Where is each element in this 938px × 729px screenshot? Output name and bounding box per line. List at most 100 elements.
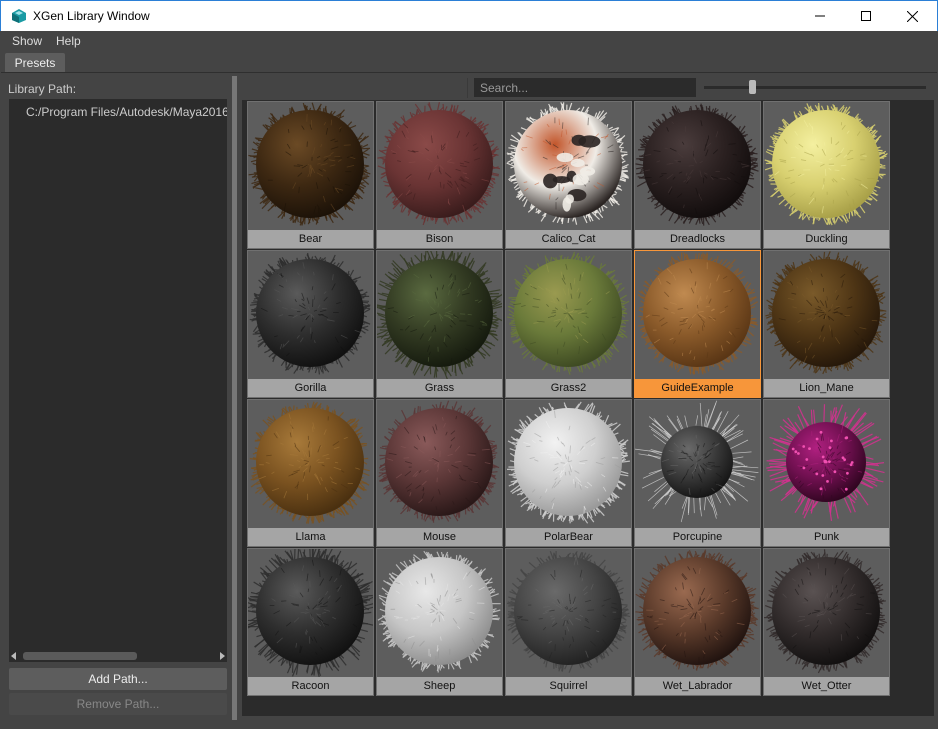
preset-thumbnail xyxy=(377,549,502,677)
tab-presets[interactable]: Presets xyxy=(5,53,65,73)
toolbar-divider xyxy=(467,78,468,98)
menu-show[interactable]: Show xyxy=(12,34,42,48)
preset-label: Punk xyxy=(764,528,889,546)
scrollbar-thumb[interactable] xyxy=(23,652,137,660)
preset-tile-wet-labrador[interactable]: Wet_Labrador xyxy=(634,548,761,696)
fur-sphere-icon xyxy=(248,102,371,226)
preset-thumbnail xyxy=(248,549,373,677)
preset-tile-punk[interactable]: Punk xyxy=(763,399,890,547)
preset-tile-grass2[interactable]: Grass2 xyxy=(505,250,632,398)
preset-label: Sheep xyxy=(377,677,502,695)
close-icon xyxy=(906,10,918,22)
fur-sphere-icon xyxy=(506,401,630,524)
preset-thumbnail xyxy=(764,251,889,379)
fur-sphere-icon xyxy=(635,103,759,226)
menu-help[interactable]: Help xyxy=(56,34,81,48)
preset-thumbnail xyxy=(377,102,502,230)
preset-label: Mouse xyxy=(377,528,502,546)
preset-tile-bison[interactable]: Bison xyxy=(376,101,503,249)
preset-tile-racoon[interactable]: Racoon xyxy=(247,548,374,696)
preset-tile-mouse[interactable]: Mouse xyxy=(376,399,503,547)
preset-thumbnail xyxy=(248,102,373,230)
preset-thumbnail xyxy=(506,400,631,528)
fur-sphere-icon xyxy=(764,549,887,674)
preset-label: Grass2 xyxy=(506,379,631,397)
preset-tile-sheep[interactable]: Sheep xyxy=(376,548,503,696)
preset-label: Bear xyxy=(248,230,373,248)
tab-strip: Presets xyxy=(1,51,937,73)
preset-thumbnail xyxy=(248,251,373,379)
fur-sphere-icon xyxy=(377,251,502,379)
fur-sphere-icon xyxy=(506,550,631,673)
preset-label: GuideExample xyxy=(635,379,760,397)
preset-tile-polarbear[interactable]: PolarBear xyxy=(505,399,632,547)
preset-thumbnail xyxy=(635,549,760,677)
preset-thumbnail xyxy=(506,251,631,379)
preset-tile-calico-cat[interactable]: Calico_Cat xyxy=(505,101,632,249)
close-button[interactable] xyxy=(889,1,935,31)
preset-thumbnail xyxy=(506,102,631,230)
window-title: XGen Library Window xyxy=(33,9,150,23)
maximize-icon xyxy=(861,11,871,21)
fur-sphere-icon xyxy=(507,251,630,375)
preset-tile-bear[interactable]: Bear xyxy=(247,101,374,249)
library-path-item[interactable]: C:/Program Files/Autodesk/Maya2016/prese… xyxy=(26,105,227,119)
preset-tile-porcupine[interactable]: Porcupine xyxy=(634,399,761,547)
fur-sphere-icon xyxy=(249,401,370,524)
fur-sphere-icon xyxy=(635,400,759,523)
preset-label: Wet_Labrador xyxy=(635,677,760,695)
minimize-button[interactable] xyxy=(797,1,843,31)
preset-label: Porcupine xyxy=(635,528,760,546)
preset-tile-lion-mane[interactable]: Lion_Mane xyxy=(763,250,890,398)
preset-thumbnail xyxy=(377,400,502,528)
preset-thumbnail xyxy=(764,549,889,677)
preset-thumbnail xyxy=(764,102,889,230)
pane-splitter[interactable] xyxy=(232,76,237,720)
search-input[interactable] xyxy=(474,78,696,97)
preset-label: PolarBear xyxy=(506,528,631,546)
fur-sphere-icon xyxy=(249,252,371,375)
fur-sphere-icon xyxy=(377,550,501,673)
preset-label: Duckling xyxy=(764,230,889,248)
preset-label: Llama xyxy=(248,528,373,546)
preset-tile-grass[interactable]: Grass xyxy=(376,250,503,398)
preset-thumbnail xyxy=(635,251,760,379)
horizontal-scrollbar[interactable] xyxy=(9,650,227,662)
fur-sphere-icon xyxy=(635,549,759,671)
library-path-list[interactable]: C:/Program Files/Autodesk/Maya2016/prese… xyxy=(9,99,227,655)
preset-tile-squirrel[interactable]: Squirrel xyxy=(505,548,632,696)
remove-path-button[interactable]: Remove Path... xyxy=(9,693,227,715)
scroll-right-icon[interactable] xyxy=(220,652,225,660)
preset-tile-dreadlocks[interactable]: Dreadlocks xyxy=(634,101,761,249)
title-bar: XGen Library Window xyxy=(0,0,938,31)
zoom-slider-handle[interactable] xyxy=(748,80,756,94)
preset-label: Grass xyxy=(377,379,502,397)
preset-thumbnail xyxy=(248,400,373,528)
preset-thumbnail xyxy=(764,400,889,528)
preset-label: Wet_Otter xyxy=(764,677,889,695)
preset-thumbnail xyxy=(377,251,502,379)
menu-bar: Show Help xyxy=(1,31,937,51)
maximize-button[interactable] xyxy=(843,1,889,31)
fur-sphere-icon xyxy=(637,252,759,375)
preset-tile-wet-otter[interactable]: Wet_Otter xyxy=(763,548,890,696)
preset-tile-gorilla[interactable]: Gorilla xyxy=(247,250,374,398)
zoom-slider[interactable] xyxy=(704,86,926,89)
preset-tile-duckling[interactable]: Duckling xyxy=(763,101,890,249)
preset-label: Racoon xyxy=(248,677,373,695)
presets-grid-area: Bear Bison Calico_Cat Dreadlocks Duckling Gor… xyxy=(242,100,934,716)
fur-sphere-icon xyxy=(377,102,501,226)
preset-thumbnail xyxy=(635,102,760,230)
preset-label: Gorilla xyxy=(248,379,373,397)
add-path-button[interactable]: Add Path... xyxy=(9,668,227,690)
preset-label: Calico_Cat xyxy=(506,230,631,248)
preset-tile-llama[interactable]: Llama xyxy=(247,399,374,547)
preset-label: Bison xyxy=(377,230,502,248)
preset-thumbnail xyxy=(506,549,631,677)
scroll-left-icon[interactable] xyxy=(11,652,16,660)
presets-panel: BearBisonCalico_CatDreadlocksDuckling Gor… xyxy=(240,74,934,722)
preset-tile-guideexample[interactable]: GuideExample xyxy=(634,250,761,398)
fur-sphere-icon xyxy=(764,102,888,226)
minimize-icon xyxy=(815,15,825,17)
bottom-margin xyxy=(1,720,937,729)
